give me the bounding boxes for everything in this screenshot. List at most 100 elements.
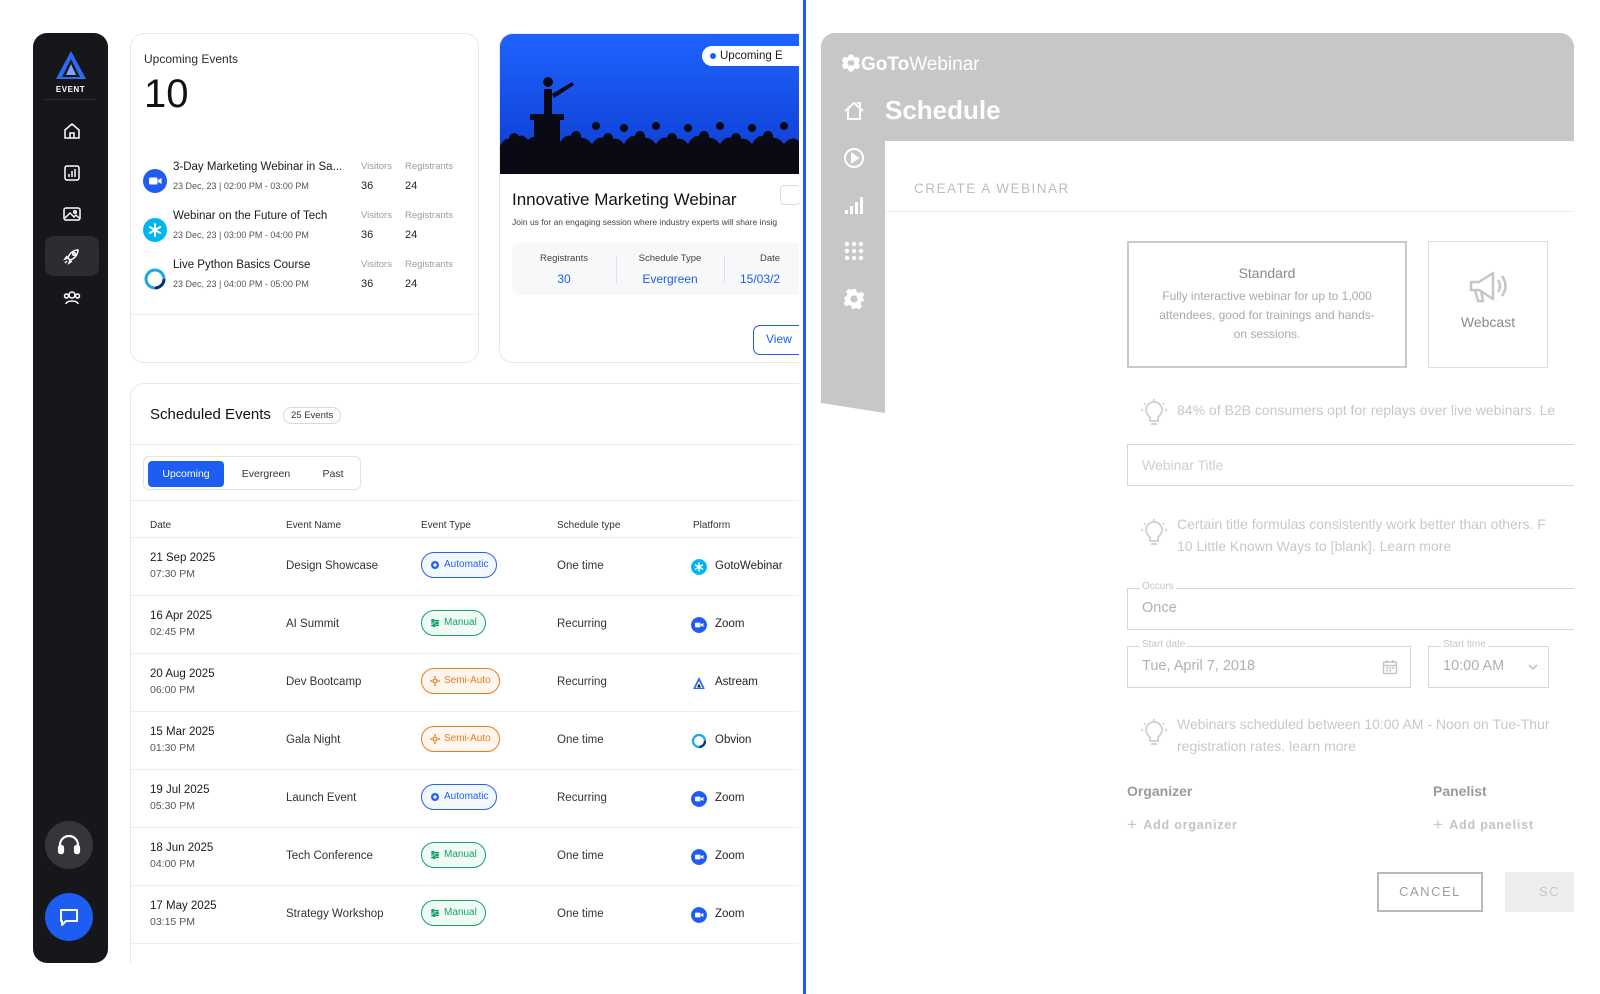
- column-header-date[interactable]: Date: [150, 520, 171, 531]
- tab-past[interactable]: Past: [308, 461, 358, 487]
- row-event-type-badge: Automatic: [421, 552, 498, 578]
- gtw-logo[interactable]: GoToWebinar: [841, 53, 980, 76]
- stat-registrants: Registrants 30: [512, 243, 616, 295]
- start-date-input[interactable]: Start date Tue, April 7, 2018: [1127, 639, 1411, 688]
- nav-home[interactable]: [45, 111, 99, 151]
- row-event-type-label: Automatic: [444, 559, 489, 570]
- create-webinar-heading: CREATE A WEBINAR: [914, 181, 1070, 196]
- webinar-stats: Registrants 30 Schedule Type Evergreen D…: [512, 243, 799, 295]
- tip-schedule-text-line2[interactable]: registration rates. learn more: [1177, 735, 1550, 757]
- gtw-nav-apps[interactable]: [842, 239, 866, 263]
- upcoming-event-item[interactable]: Webinar on the Future of Tech 23 Dec, 23…: [143, 210, 473, 250]
- row-platform: Zoom: [691, 791, 745, 807]
- users-icon: [63, 291, 81, 305]
- featured-webinar-card[interactable]: Upcoming E Innovative Marketing Webinar …: [499, 33, 799, 363]
- event-time: 23 Dec, 23 | 02:00 PM - 03:00 PM: [173, 181, 309, 191]
- nav-users[interactable]: [45, 278, 99, 318]
- zoom-icon: [691, 617, 707, 633]
- row-platform: Zoom: [691, 849, 744, 865]
- table-row[interactable]: 20 Aug 2025 06:00 PM Dev Bootcamp Semi-Au…: [131, 654, 799, 712]
- chat-button[interactable]: [45, 893, 93, 941]
- upcoming-event-item[interactable]: 3-Day Marketing Webinar in Sa... 23 Dec,…: [143, 161, 473, 201]
- registrants-value: 24: [405, 229, 418, 241]
- gotowebinar-panel: GoToWebinar Schedule CREATE A WEBINAR St…: [821, 33, 1574, 963]
- add-panelist-label: Add panelist: [1449, 818, 1534, 832]
- row-date-day: 16 Apr 2025: [150, 610, 213, 622]
- tip-schedule-times: Webinars scheduled between 10:00 AM - No…: [1141, 713, 1550, 757]
- upcoming-event-item[interactable]: Live Python Basics Course 23 Dec, 23 | 0…: [143, 259, 473, 299]
- nav-integrations[interactable]: [45, 236, 99, 276]
- visitors-label: Visitors: [361, 161, 392, 172]
- nav-analytics[interactable]: [45, 153, 99, 193]
- cancel-button[interactable]: CANCEL: [1377, 872, 1483, 912]
- row-date-time: 02:45 PM: [150, 626, 195, 638]
- table-row[interactable]: 18 Jun 2025 04:00 PM Tech Conference Manu…: [131, 828, 799, 886]
- tabs-divider: [131, 500, 799, 501]
- table-row[interactable]: 17 May 2025 03:15 PM Strategy Workshop Ma…: [131, 886, 799, 944]
- row-event-name: Launch Event: [286, 792, 357, 804]
- row-event-type-badge: Manual: [421, 900, 486, 926]
- upcoming-badge: Upcoming E: [702, 46, 799, 66]
- gtw-nav-settings[interactable]: [842, 287, 866, 311]
- row-divider: [131, 943, 799, 944]
- tab-evergreen[interactable]: Evergreen: [228, 461, 304, 487]
- webinar-title: Innovative Marketing Webinar: [512, 190, 737, 209]
- column-header-event-type[interactable]: Event Type: [421, 520, 471, 531]
- table-row[interactable]: 21 Sep 2025 07:30 PM Design Showcase Auto…: [131, 538, 799, 596]
- row-date: 16 Apr 2025 02:45 PM: [150, 608, 212, 640]
- rocket-icon: [63, 249, 79, 265]
- lightbulb-icon: [1141, 519, 1167, 545]
- upcoming-count: 10: [144, 72, 189, 116]
- gtw-nav-play[interactable]: [842, 146, 866, 170]
- visitors-value: 36: [361, 278, 374, 290]
- gtw-page-title: Schedule: [885, 95, 1001, 125]
- gtw-content: CREATE A WEBINAR Standard Fully interact…: [885, 141, 1574, 963]
- table-row[interactable]: 15 Mar 2025 01:30 PM Gala Night Semi-Auto…: [131, 712, 799, 770]
- view-button[interactable]: View: [753, 325, 799, 355]
- gtw-nav-analytics[interactable]: [842, 193, 866, 217]
- row-event-type-label: Semi-Auto: [444, 733, 491, 744]
- row-platform-label: Astream: [715, 676, 758, 688]
- option-webcast[interactable]: Webcast: [1428, 241, 1548, 368]
- app-logo[interactable]: EVENT: [33, 49, 108, 105]
- more-options-button[interactable]: [780, 185, 799, 205]
- occurs-select[interactable]: Occurs Once: [1127, 581, 1574, 630]
- obvion-icon: [143, 267, 167, 291]
- calendar-icon[interactable]: [1382, 659, 1398, 675]
- table-row[interactable]: 19 Jul 2025 05:30 PM Launch Event Automat…: [131, 770, 799, 828]
- visitors-value: 36: [361, 229, 374, 241]
- start-time-select[interactable]: Start time 10:00 AM: [1428, 639, 1549, 688]
- add-organizer-button[interactable]: + Add organizer: [1127, 815, 1238, 835]
- row-platform-label: Zoom: [715, 792, 745, 804]
- stat-label: Schedule Type: [638, 253, 702, 264]
- tip-title-text-line2[interactable]: 10 Little Known Ways to [blank]. Learn m…: [1177, 535, 1546, 557]
- add-organizer-label: Add organizer: [1143, 818, 1238, 832]
- visitors-label: Visitors: [361, 259, 392, 270]
- table-row[interactable]: 16 Apr 2025 02:45 PM AI Summit Manual Rec…: [131, 596, 799, 654]
- add-panelist-button[interactable]: + Add panelist: [1433, 815, 1534, 835]
- nav-media[interactable]: [45, 194, 99, 234]
- gear-icon: [431, 793, 439, 801]
- option-standard[interactable]: Standard Fully interactive webinar for u…: [1127, 241, 1407, 368]
- play-icon: [844, 148, 864, 168]
- row-date: 17 May 2025 03:15 PM: [150, 898, 217, 930]
- zoom-icon: [691, 791, 707, 807]
- header-divider: [131, 444, 799, 445]
- option-standard-desc: Fully interactive webinar for up to 1,00…: [1159, 289, 1375, 341]
- column-header-schedule-type[interactable]: Schedule type: [557, 520, 620, 531]
- megaphone-icon: [1469, 271, 1507, 303]
- row-event-name: Strategy Workshop: [286, 908, 384, 920]
- tip-schedule-text-line1: Webinars scheduled between 10:00 AM - No…: [1177, 716, 1550, 732]
- registrants-value: 24: [405, 278, 418, 290]
- webinar-title-input[interactable]: Webinar Title: [1127, 444, 1574, 486]
- support-button[interactable]: [45, 821, 93, 869]
- gtw-nav-home[interactable]: [842, 99, 866, 123]
- tab-upcoming[interactable]: Upcoming: [148, 461, 224, 487]
- row-platform-label: Zoom: [715, 618, 745, 630]
- row-schedule-type: Recurring: [557, 676, 607, 688]
- schedule-button[interactable]: SC: [1505, 872, 1574, 912]
- organizer-label: Organizer: [1127, 783, 1193, 799]
- column-header-event-name[interactable]: Event Name: [286, 520, 341, 531]
- row-event-type-label: Semi-Auto: [444, 675, 491, 686]
- column-header-platform[interactable]: Platform: [693, 520, 730, 531]
